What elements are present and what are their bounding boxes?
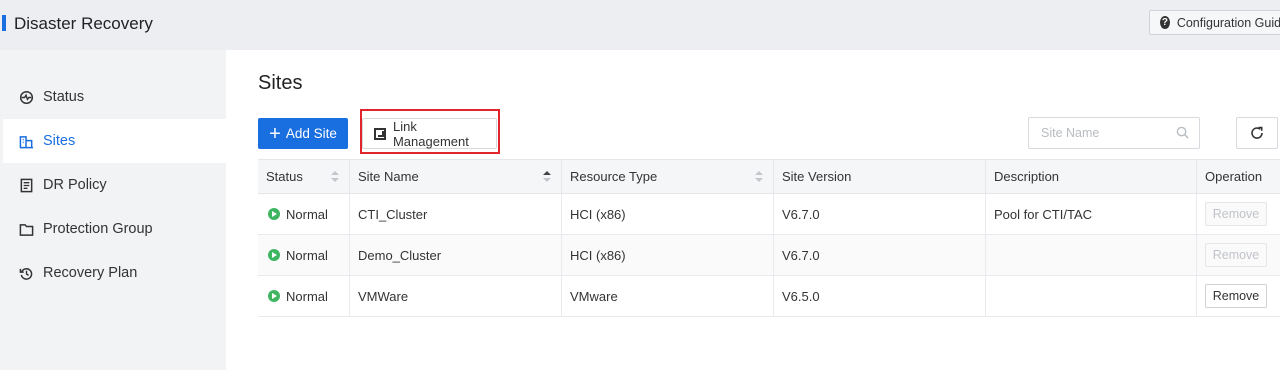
- search-icon[interactable]: [1176, 126, 1189, 139]
- refresh-icon: [1251, 126, 1263, 139]
- sidebar-item-label: Recovery Plan: [43, 265, 138, 281]
- site-name-search: [1028, 117, 1200, 149]
- recovery-plan-icon: [18, 265, 34, 281]
- sidebar-item-status[interactable]: Status: [3, 75, 226, 119]
- description-cell: Pool for CTI/TAC: [986, 194, 1197, 234]
- configuration-guide-label: Configuration Guide: [1176, 15, 1280, 30]
- column-label: Operation: [1205, 169, 1263, 184]
- resource-type-cell: HCI (x86): [562, 235, 774, 275]
- sort-icon[interactable]: [755, 171, 763, 183]
- site-version-cell: V6.7.0: [774, 235, 986, 275]
- sidebar-item-label: Sites: [43, 133, 76, 149]
- page-title: Sites: [258, 72, 303, 94]
- column-label: Resource Type: [570, 169, 658, 184]
- sidebar-item-recovery-plan[interactable]: Recovery Plan: [3, 251, 226, 295]
- site-version-cell: V6.5.0: [774, 276, 986, 316]
- column-header-operation: Operation: [1197, 160, 1280, 193]
- column-label: Description: [994, 169, 1060, 184]
- sidebar: Status Sites DR Policy Protection Group …: [0, 50, 226, 370]
- sidebar-item-label: Protection Group: [43, 221, 153, 237]
- search-input[interactable]: [1029, 118, 1169, 148]
- sort-icon[interactable]: [543, 171, 551, 183]
- status-text: Normal: [286, 247, 328, 263]
- table-row: Normal CTI_Cluster HCI (x86) V6.7.0 Pool…: [258, 194, 1280, 235]
- protection-group-icon: [18, 221, 34, 237]
- sites-icon: [18, 133, 34, 149]
- column-header-status[interactable]: Status: [258, 160, 350, 193]
- status-icon: [18, 89, 34, 105]
- plus-icon: +: [269, 122, 281, 145]
- resource-type-cell: HCI (x86): [562, 194, 774, 234]
- column-header-site-name[interactable]: Site Name: [350, 160, 562, 193]
- main-content: Sites + Add Site Link Management Status …: [226, 50, 1280, 370]
- remove-button: Remove: [1205, 243, 1267, 267]
- configuration-guide-button[interactable]: ? Configuration Guide: [1149, 10, 1280, 35]
- sidebar-item-protection-group[interactable]: Protection Group: [3, 207, 226, 251]
- operation-cell: Remove: [1197, 194, 1280, 234]
- site-version-cell: V6.7.0: [774, 194, 986, 234]
- description-cell: [986, 235, 1197, 275]
- operation-cell: Remove: [1197, 276, 1280, 316]
- status-cell: Normal: [258, 276, 350, 316]
- sort-icon[interactable]: [331, 171, 339, 183]
- table-row: Normal VMWare VMware V6.5.0 Remove: [258, 276, 1280, 317]
- remove-button[interactable]: Remove: [1205, 284, 1267, 308]
- status-text: Normal: [286, 288, 328, 304]
- column-label: Status: [266, 169, 303, 184]
- site-name-cell: VMWare: [350, 276, 562, 316]
- add-site-button[interactable]: + Add Site: [258, 118, 348, 149]
- column-label: Site Name: [358, 169, 419, 184]
- status-normal-icon: [268, 249, 280, 261]
- sites-table: Status Site Name Resource Type Site Vers…: [258, 159, 1280, 317]
- site-name-cell: Demo_Cluster: [350, 235, 562, 275]
- table-row: Normal Demo_Cluster HCI (x86) V6.7.0 Rem…: [258, 235, 1280, 276]
- top-bar: Disaster Recovery ? Configuration Guide: [0, 0, 1280, 50]
- refresh-button[interactable]: [1236, 117, 1278, 149]
- status-text: Normal: [286, 206, 328, 222]
- status-cell: Normal: [258, 194, 350, 234]
- site-name-cell: CTI_Cluster: [350, 194, 562, 234]
- dr-policy-icon: [18, 177, 34, 193]
- column-label: Site Version: [782, 169, 852, 184]
- status-normal-icon: [268, 290, 280, 302]
- column-header-resource-type[interactable]: Resource Type: [562, 160, 774, 193]
- help-icon: ?: [1160, 16, 1170, 29]
- link-management-button[interactable]: Link Management: [362, 118, 497, 149]
- description-cell: [986, 276, 1197, 316]
- sidebar-item-sites[interactable]: Sites: [3, 119, 226, 163]
- column-header-site-version: Site Version: [774, 160, 986, 193]
- status-cell: Normal: [258, 235, 350, 275]
- link-management-icon: [374, 127, 386, 140]
- sidebar-item-label: DR Policy: [43, 177, 107, 193]
- app-title: Disaster Recovery: [14, 14, 153, 33]
- sidebar-item-label: Status: [43, 89, 85, 105]
- resource-type-cell: VMware: [562, 276, 774, 316]
- operation-cell: Remove: [1197, 235, 1280, 275]
- sidebar-item-dr-policy[interactable]: DR Policy: [3, 163, 226, 207]
- link-management-label: Link Management: [392, 118, 469, 149]
- column-header-description: Description: [986, 160, 1197, 193]
- status-normal-icon: [268, 208, 280, 220]
- add-site-label: Add Site: [285, 126, 337, 141]
- remove-button: Remove: [1205, 202, 1267, 226]
- table-header: Status Site Name Resource Type Site Vers…: [258, 159, 1280, 194]
- title-accent-bar: [2, 15, 6, 31]
